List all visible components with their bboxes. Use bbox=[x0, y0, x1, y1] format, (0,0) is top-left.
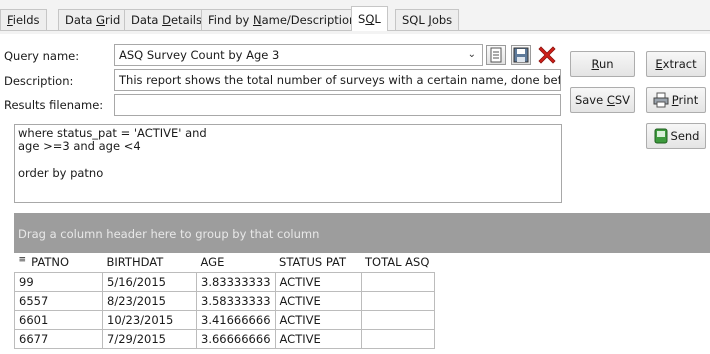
cell-status-pat[interactable]: ACTIVE bbox=[274, 290, 362, 311]
group-by-panel[interactable]: Drag a column header here to group by th… bbox=[14, 213, 710, 253]
cell-birthdat[interactable]: 10/23/2015 bbox=[102, 309, 197, 330]
cell-patno[interactable]: 6601 bbox=[14, 309, 103, 330]
print-button[interactable]: Print bbox=[646, 87, 706, 113]
cell-patno[interactable]: 6557 bbox=[14, 290, 103, 311]
tab-sql[interactable]: SQL bbox=[351, 6, 388, 31]
cell-age[interactable]: 3.66666666 bbox=[196, 328, 276, 349]
send-button[interactable]: Send bbox=[646, 123, 706, 149]
description-value: This report shows the total number of su… bbox=[119, 73, 561, 87]
save-csv-button[interactable]: Save CSV bbox=[570, 87, 635, 113]
sql-editor[interactable]: where status_pat = 'ACTIVE' and age >=3 … bbox=[14, 124, 562, 203]
results-filename-label: Results filename: bbox=[4, 98, 104, 112]
cell-patno[interactable]: 6677 bbox=[14, 328, 103, 349]
extract-button[interactable]: Extract bbox=[646, 51, 706, 77]
column-header-status-pat[interactable]: STATUS PAT bbox=[275, 253, 362, 272]
cell-birthdat[interactable]: 7/29/2015 bbox=[102, 328, 197, 349]
send-icon bbox=[654, 128, 668, 152]
tab-data-details[interactable]: Data Details bbox=[124, 9, 209, 31]
query-name-combo[interactable]: ASQ Survey Count by Age 3 ⌄ bbox=[114, 44, 483, 66]
tab-find-by-name[interactable]: Find by Name/Description bbox=[201, 9, 364, 31]
document-icon[interactable] bbox=[486, 45, 506, 65]
printer-icon bbox=[653, 92, 669, 116]
results-filename-field[interactable] bbox=[114, 94, 561, 116]
table-row[interactable]: 99 5/16/2015 3.83333333 ACTIVE bbox=[14, 271, 435, 292]
cell-status-pat[interactable]: ACTIVE bbox=[274, 309, 362, 330]
chevron-down-icon[interactable]: ⌄ bbox=[468, 45, 476, 65]
column-header-total-asq[interactable]: TOTAL ASQ bbox=[361, 253, 435, 272]
grid-header-row: ≡ PATNO BIRTHDAT AGE STATUS PAT TOTAL AS… bbox=[14, 253, 435, 272]
column-header-birthdat[interactable]: BIRTHDAT bbox=[102, 253, 197, 272]
cell-age[interactable]: 3.41666666 bbox=[196, 309, 276, 330]
cell-total-asq[interactable] bbox=[360, 309, 435, 330]
cell-total-asq[interactable] bbox=[360, 328, 435, 349]
save-icon[interactable] bbox=[511, 45, 531, 65]
run-button[interactable]: Run bbox=[570, 51, 635, 77]
query-name-value: ASQ Survey Count by Age 3 bbox=[119, 48, 280, 62]
tab-fields[interactable]: Fields bbox=[0, 9, 47, 31]
cell-total-asq[interactable] bbox=[360, 271, 435, 292]
tab-data-grid[interactable]: Data Grid bbox=[58, 9, 128, 31]
description-field[interactable]: This report shows the total number of su… bbox=[114, 69, 561, 91]
group-hint: Drag a column header here to group by th… bbox=[18, 227, 320, 241]
cell-birthdat[interactable]: 5/16/2015 bbox=[102, 271, 197, 292]
cell-status-pat[interactable]: ACTIVE bbox=[274, 271, 362, 292]
table-row[interactable]: 6601 10/23/2015 3.41666666 ACTIVE bbox=[14, 309, 435, 330]
query-name-label: Query name: bbox=[4, 49, 80, 63]
description-label: Description: bbox=[4, 74, 74, 88]
cell-age[interactable]: 3.83333333 bbox=[196, 271, 276, 292]
table-row[interactable]: 6557 8/23/2015 3.58333333 ACTIVE bbox=[14, 290, 435, 311]
cell-patno[interactable]: 99 bbox=[14, 271, 103, 292]
delete-icon[interactable] bbox=[536, 44, 558, 66]
results-grid[interactable]: ≡ PATNO BIRTHDAT AGE STATUS PAT TOTAL AS… bbox=[14, 253, 710, 354]
column-chooser-icon[interactable]: ≡ bbox=[19, 255, 28, 265]
table-row[interactable]: 6677 7/29/2015 3.66666666 ACTIVE bbox=[14, 328, 435, 349]
cell-birthdat[interactable]: 8/23/2015 bbox=[102, 290, 197, 311]
cell-total-asq[interactable] bbox=[360, 290, 435, 311]
tab-sql-jobs[interactable]: SQL Jobs bbox=[395, 9, 460, 31]
tab-bar: Fields Data Grid Data Details Find by Na… bbox=[0, 0, 710, 34]
cell-status-pat[interactable]: ACTIVE bbox=[274, 328, 362, 349]
column-header-patno[interactable]: ≡ PATNO bbox=[14, 253, 103, 272]
cell-age[interactable]: 3.58333333 bbox=[196, 290, 276, 311]
column-header-age[interactable]: AGE bbox=[196, 253, 276, 272]
